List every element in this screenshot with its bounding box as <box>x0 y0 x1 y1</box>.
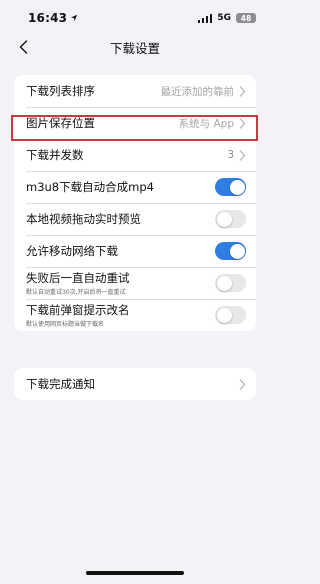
setting-row-m3u8-merge: m3u8下载自动合成mp4 <box>14 171 256 203</box>
status-time: 16:43 <box>28 11 78 25</box>
chevron-right-icon <box>239 378 246 390</box>
setting-value: 系统与 App <box>178 117 234 130</box>
back-button[interactable] <box>14 36 32 58</box>
setting-row-list-sort[interactable]: 下载列表排序 最近添加的靠前 <box>14 75 256 107</box>
setting-label: 本地视频拖动实时预览 <box>26 212 141 226</box>
time-text: 16:43 <box>28 11 68 25</box>
toggle-knob <box>216 275 232 291</box>
chevron-right-icon <box>239 149 246 161</box>
setting-label: m3u8下载自动合成mp4 <box>26 180 154 194</box>
navigation-bar: 下载设置 <box>0 36 270 58</box>
setting-label: 下载完成通知 <box>26 377 95 391</box>
home-indicator <box>86 571 184 575</box>
battery-level: 48 <box>240 13 252 23</box>
mobile-network-toggle[interactable] <box>215 242 246 260</box>
setting-label: 失败后一直自动重试 <box>26 271 130 285</box>
toggle-knob <box>229 243 245 259</box>
rename-prompt-toggle[interactable] <box>215 306 246 324</box>
drag-preview-toggle[interactable] <box>215 210 246 228</box>
toggle-knob <box>216 211 232 227</box>
setting-label: 图片保存位置 <box>26 116 95 130</box>
setting-label: 允许移动网络下载 <box>26 244 118 258</box>
setting-row-download-complete-notification[interactable]: 下载完成通知 <box>14 368 256 400</box>
toggle-knob <box>229 179 245 195</box>
setting-sublabel: 默认使用网页标题当做下载名 <box>26 321 105 328</box>
setting-value: 3 <box>227 149 234 161</box>
chevron-right-icon <box>239 85 246 97</box>
setting-label: 下载列表排序 <box>26 84 95 98</box>
download-settings-card: 下载列表排序 最近添加的靠前 图片保存位置 系统与 App 下载并发数 3 m3… <box>14 75 256 331</box>
page-title: 下载设置 <box>109 40 160 56</box>
setting-row-concurrency[interactable]: 下载并发数 3 <box>14 139 256 171</box>
chevron-right-icon <box>239 117 246 129</box>
network-type: 5G <box>217 13 231 23</box>
toggle-knob <box>216 307 232 323</box>
setting-label: 下载并发数 <box>26 148 84 162</box>
cellular-signal-icon <box>197 13 213 23</box>
setting-row-drag-preview: 本地视频拖动实时预览 <box>14 203 256 235</box>
setting-row-image-save-location[interactable]: 图片保存位置 系统与 App <box>14 107 256 139</box>
m3u8-merge-toggle[interactable] <box>215 178 246 196</box>
auto-retry-toggle[interactable] <box>215 274 246 292</box>
status-bar: 16:43 5G 48 <box>0 0 270 36</box>
battery-icon: 48 <box>236 13 256 23</box>
setting-row-auto-retry: 失败后一直自动重试 默认自动重试30次,开启后将一直重试 <box>14 267 256 299</box>
setting-row-mobile-network: 允许移动网络下载 <box>14 235 256 267</box>
setting-value: 最近添加的靠前 <box>160 85 235 98</box>
setting-row-rename-prompt: 下载前弹窗提示改名 默认使用网页标题当做下载名 <box>14 299 256 331</box>
setting-label: 下载前弹窗提示改名 <box>26 303 130 317</box>
setting-sublabel: 默认自动重试30次,开启后将一直重试 <box>26 289 126 296</box>
status-indicators: 5G 48 <box>197 13 256 23</box>
chevron-left-icon <box>19 40 27 54</box>
notification-card: 下载完成通知 <box>14 368 256 400</box>
location-arrow-icon <box>71 14 78 22</box>
